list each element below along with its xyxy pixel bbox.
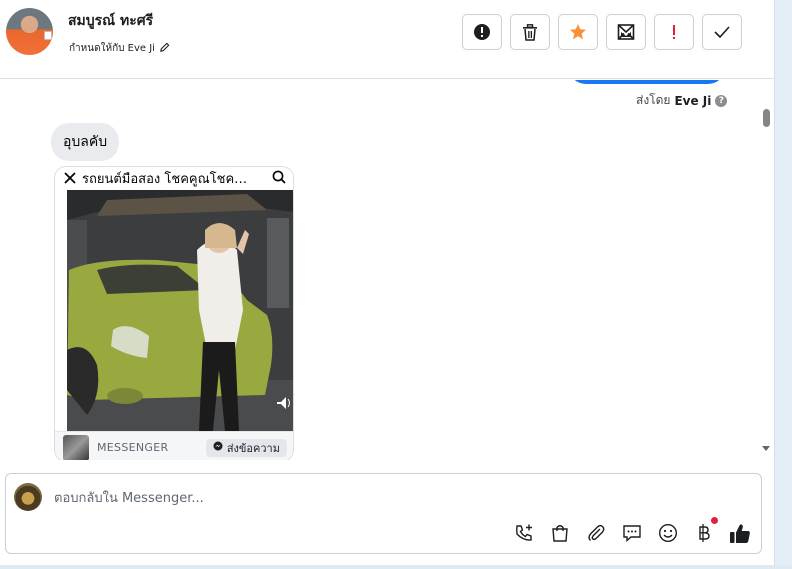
card-title: รถยนต์มือสอง โชคคูณโชค… — [82, 172, 248, 187]
page-avatar — [14, 483, 42, 511]
card-footer: MESSENGER ส่งข้อความ — [55, 431, 293, 460]
sent-by-prefix: ส่งโดย — [636, 93, 671, 107]
scroll-down-arrow[interactable] — [762, 446, 770, 451]
shopping-bag-icon[interactable] — [549, 520, 571, 546]
spam-button[interactable] — [462, 14, 502, 50]
sent-by-row: ส่งโดย Eve Ji ? — [636, 91, 728, 110]
thumbs-up-icon[interactable] — [727, 520, 753, 546]
contact-name[interactable]: สมบูรณ์ ทะศรี — [68, 10, 153, 32]
delete-button[interactable] — [510, 14, 550, 50]
car-photo-illustration — [67, 190, 293, 431]
star-button[interactable] — [558, 14, 598, 50]
star-icon — [569, 23, 587, 41]
assigned-label: กำหนดให้กับ Eve Ji — [69, 43, 155, 54]
baht-icon[interactable] — [693, 520, 715, 546]
search-icon[interactable] — [272, 169, 286, 188]
notification-dot — [711, 517, 718, 524]
call-add-icon[interactable] — [513, 520, 535, 546]
window-bottom-edge — [0, 565, 792, 569]
messenger-icon — [213, 441, 223, 454]
incoming-message-bubble[interactable]: อุบลคับ — [51, 123, 120, 161]
follow-up-button[interactable] — [654, 14, 694, 50]
video-left-margin — [54, 190, 55, 431]
thread-scrollbar[interactable] — [760, 102, 772, 460]
outgoing-message-bubble[interactable] — [568, 80, 726, 84]
video-preview[interactable] — [67, 190, 293, 431]
conversation-header: สมบูรณ์ ทะศรี กำหนดให้กับ Eve Ji — [0, 0, 774, 79]
card-top-bar: รถยนต์มือสอง โชคคูณโชค… — [55, 167, 293, 190]
pencil-icon[interactable] — [159, 42, 170, 56]
shared-video-card[interactable]: รถยนต์มือสอง โชคคูณโชค… MESSENGER ส่งข้อ… — [54, 166, 294, 460]
send-message-button[interactable]: ส่งข้อความ — [205, 438, 287, 457]
saved-reply-icon[interactable] — [621, 520, 643, 546]
check-icon — [714, 26, 730, 38]
card-source-label: MESSENGER — [97, 441, 169, 454]
avatar-badge — [44, 31, 52, 40]
message-thread[interactable]: ส่งโดย Eve Ji ? อุบลคับ รถยนต์มือสอง โชค… — [0, 80, 774, 460]
page-thumbnail — [63, 434, 89, 460]
paperclip-icon[interactable] — [585, 520, 607, 546]
exclamation-icon — [671, 24, 677, 40]
assignment-row[interactable]: กำหนดให้กับ Eve Ji — [69, 41, 170, 56]
help-icon[interactable]: ? — [715, 94, 728, 107]
emoji-icon[interactable] — [657, 520, 679, 546]
mark-unread-icon — [617, 23, 635, 41]
close-icon[interactable] — [64, 169, 76, 188]
inbox-conversation-view: สมบูรณ์ ทะศรี กำหนดให้กับ Eve Ji ส่งโดย … — [0, 0, 792, 569]
mark-unread-button[interactable] — [606, 14, 646, 50]
scrollbar-thumb[interactable] — [763, 109, 770, 127]
send-message-label: ส่งข้อความ — [226, 441, 280, 455]
window-right-edge — [774, 0, 792, 569]
reply-composer — [5, 473, 762, 554]
trash-icon — [522, 23, 538, 41]
mark-done-button[interactable] — [702, 14, 742, 50]
reply-input[interactable] — [54, 488, 654, 508]
alert-circle-icon — [473, 23, 491, 41]
sent-by-name: Eve Ji — [674, 93, 712, 108]
volume-icon[interactable] — [273, 398, 289, 414]
